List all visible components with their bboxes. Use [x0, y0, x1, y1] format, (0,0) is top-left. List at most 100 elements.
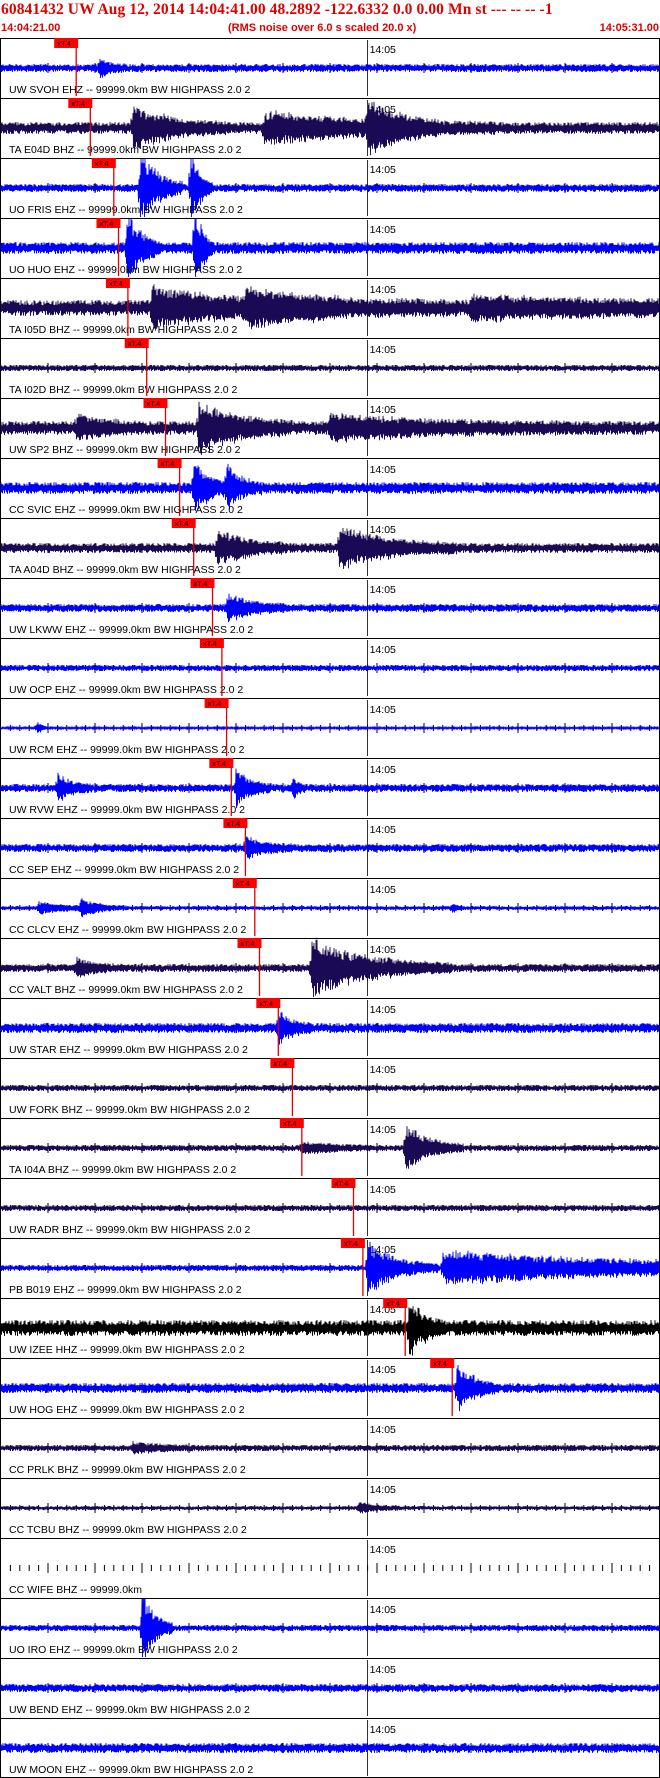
station-label: TA I04A BHZ -- 99999.0km BW HIGHPASS 2.0… [9, 1164, 236, 1176]
minute-tick-label: 14:05 [370, 1604, 396, 1616]
station-label: UW IZEE HHZ -- 99999.0km BW HIGHPASS 2.0… [9, 1344, 245, 1356]
pick-label: xT.4 [283, 1119, 297, 1128]
trace-21: 14:05UW IZEE HHZ -- 99999.0km BW HIGHPAS… [0, 1298, 660, 1356]
pick-label: xT.4 [147, 399, 161, 408]
station-label: UW RADR BHZ -- 99999.0km BW HIGHPASS 2.0… [9, 1224, 251, 1236]
pick-label: xT.4 [212, 759, 226, 768]
pick-label: xT.4 [335, 1179, 349, 1188]
station-label: CC SVIC EHZ -- 99999.0km BW HIGHPASS 2.0… [9, 504, 243, 516]
trace-7: 14:05 CC SVIC EHZ -- 99999.0km BW HIGHPAS… [0, 458, 660, 516]
station-label: UO IRO EHZ -- 99999.0km BW HIGHPASS 2.0 … [9, 1644, 238, 1656]
trace-20: 14:05 PB B019 EHZ -- 99999.0km BW HIGHPAS… [0, 1238, 660, 1296]
minute-tick-label: 14:05 [370, 164, 396, 176]
pick-label: xT.4 [433, 1359, 447, 1368]
time-ticks [9, 1563, 651, 1573]
station-label: UW SVOH EHZ -- 99999.0km BW HIGHPASS 2.0… [9, 84, 251, 96]
trace-17: 14:05 UW FORK BHZ -- 99999.0km BW HIGHPAS… [0, 1058, 660, 1116]
minute-tick-label: 14:05 [370, 1244, 396, 1256]
pick-label: xT.4 [259, 999, 273, 1008]
pick-label: xT.4 [100, 219, 114, 228]
trace-4: 14:05 TA I05D BHZ -- 99999.0km BW HIGHPAS… [0, 278, 660, 336]
minute-tick-label: 14:05 [370, 1064, 396, 1076]
station-label: TA A04D BHZ -- 99999.0km BW HIGHPASS 2.0… [9, 564, 241, 576]
pick-label: xT.4 [57, 39, 71, 48]
pick-label: xT.4 [71, 99, 85, 108]
waveform [0, 836, 660, 860]
pick-label: xT.4 [386, 1299, 400, 1308]
trace-12: 14:05 UW RVW EHZ -- 99999.0km BW HIGHPASS… [0, 758, 660, 816]
station-label: TA I02D BHZ -- 99999.0km BW HIGHPASS 2.0… [9, 384, 238, 396]
trace-22: 14:05 UW HOG EHZ -- 99999.0km BW HIGHPASS… [0, 1358, 660, 1416]
station-label: UW RVW EHZ -- 99999.0km BW HIGHPASS 2.0 … [9, 804, 245, 816]
minute-tick-label: 14:05 [370, 704, 396, 716]
minute-tick-label: 14:05 [370, 1724, 396, 1736]
minute-tick-label: 14:05 [370, 284, 396, 296]
pick-label: xT.4 [208, 699, 222, 708]
minute-tick-label: 14:05 [370, 1664, 396, 1676]
minute-tick-label: 14:05 [370, 1544, 396, 1556]
trace-28: 14:05 UW MOON EHZ -- 99999.0km BW HIGHPAS… [0, 1718, 660, 1776]
waveform [0, 527, 660, 570]
seismogram-plot: 14:05 UW SVOH EHZ -- 99999.0km BW HIGHPAS… [0, 38, 660, 1778]
pick-label: xT.4 [175, 519, 189, 528]
minute-tick-label: 14:05 [370, 1424, 396, 1436]
pick-label: xT.4 [109, 279, 123, 288]
trace-25: 14:05 CC WIFE BHZ -- 99999.0km [0, 1538, 660, 1596]
station-label: UO HUO EHZ -- 99999.0km BW HIGHPASS 2.0 … [9, 264, 242, 276]
minute-tick-label: 14:05 [370, 1484, 396, 1496]
station-label: TA E04D BHZ -- 99999.0km BW HIGHPASS 2.0… [9, 144, 242, 156]
minute-tick-label: 14:05 [370, 884, 396, 896]
station-label: CC TCBU BHZ -- 99999.0km BW HIGHPASS 2.0… [9, 1524, 247, 1536]
trace-5: 14:05 TA I02D BHZ -- 99999.0km BW HIGHPAS… [0, 338, 660, 396]
trace-26: 14:05 UO IRO EHZ -- 99999.0km BW HIGHPASS… [0, 1598, 660, 1658]
waveform [0, 768, 660, 809]
trace-16: 14:05 UW STAR EHZ -- 99999.0km BW HIGHPAS… [0, 998, 660, 1056]
station-label: CC VALT BHZ -- 99999.0km BW HIGHPASS 2.0… [9, 984, 243, 996]
minute-tick-label: 14:05 [370, 1364, 396, 1376]
pick-label: xT.4 [226, 819, 240, 828]
trace-9: 14:05 UW LKWW EHZ -- 99999.0km BW HIGHPAS… [0, 578, 660, 636]
minute-tick-label: 14:05 [370, 824, 396, 836]
minute-tick-label: 14:05 [370, 764, 396, 776]
waveform [0, 1204, 660, 1212]
station-label: UW MOON EHZ -- 99999.0km BW HIGHPASS 2.0… [9, 1764, 253, 1776]
scaling-note: (RMS noise over 6.0 s scaled 20.0 x) [228, 22, 417, 34]
waveform [0, 898, 660, 918]
waveform [0, 1742, 660, 1754]
pick-label: xT.4 [236, 879, 250, 888]
pick-label: xT.4 [344, 1239, 358, 1248]
pick-label: xT.4 [241, 939, 255, 948]
trace-8: 14:05 TA A04D BHZ -- 99999.0km BW HIGHPAS… [0, 518, 660, 576]
pick-label: xT.4 [203, 639, 217, 648]
station-label: PB B019 EHZ -- 99999.0km BW HIGHPASS 2.0… [9, 1284, 242, 1296]
trace-3: 14:05 UO HUO EHZ -- 99999.0km BW HIGHPASS… [0, 218, 660, 278]
station-label: TA I05D BHZ -- 99999.0km BW HIGHPASS 2.0… [9, 324, 238, 336]
station-label: UW RCM EHZ -- 99999.0km BW HIGHPASS 2.0 … [9, 744, 245, 756]
minute-tick-label: 14:05 [370, 944, 396, 956]
waveform [0, 364, 660, 372]
minute-tick-label: 14:05 [370, 224, 396, 236]
station-label: UO FRIS EHZ -- 99999.0km BW HIGHPASS 2.0… [9, 204, 243, 216]
station-label: UW FORK BHZ -- 99999.0km BW HIGHPASS 2.0… [9, 1104, 250, 1116]
minute-tick-label: 14:05 [370, 404, 396, 416]
station-label: UW BEND EHZ -- 99999.0km BW HIGHPASS 2.0… [9, 1704, 250, 1716]
trace-15: 14:05 CC VALT BHZ -- 99999.0km BW HIGHPAS… [0, 938, 660, 998]
trace-14: 14:05 CC CLCV EHZ -- 99999.0km BW HIGHPAS… [0, 878, 660, 936]
trace-19: 14:05 UW RADR BHZ -- 99999.0km BW HIGHPAS… [0, 1178, 660, 1236]
trace-10: 14:05 UW OCP EHZ -- 99999.0km BW HIGHPASS… [0, 638, 660, 696]
waveform [0, 58, 660, 79]
minute-tick-label: 14:05 [370, 344, 396, 356]
trace-11: 14:05 UW RCM EHZ -- 99999.0km BW HIGHPASS… [0, 698, 660, 756]
station-label: UW SP2 BHZ -- 99999.0km BW HIGHPASS 2.0 … [9, 444, 241, 456]
station-label: CC PRLK BHZ -- 99999.0km BW HIGHPASS 2.0… [9, 1464, 246, 1476]
waveform [0, 1084, 660, 1092]
minute-tick-label: 14:05 [370, 464, 396, 476]
pick-label: xT.4 [95, 159, 109, 168]
station-label: CC WIFE BHZ -- 99999.0km [9, 1584, 142, 1596]
start-time-label: 14:04:21.00 [1, 22, 61, 34]
pick-label: xT.4 [194, 579, 208, 588]
trace-27: 14:05 UW BEND EHZ -- 99999.0km BW HIGHPAS… [0, 1658, 660, 1716]
end-time-label: 14:05:31.00 [599, 22, 659, 34]
trace-2: 14:05 UO FRIS EHZ -- 99999.0km BW HIGHPAS… [0, 158, 660, 218]
minute-tick-label: 14:05 [370, 1184, 396, 1196]
